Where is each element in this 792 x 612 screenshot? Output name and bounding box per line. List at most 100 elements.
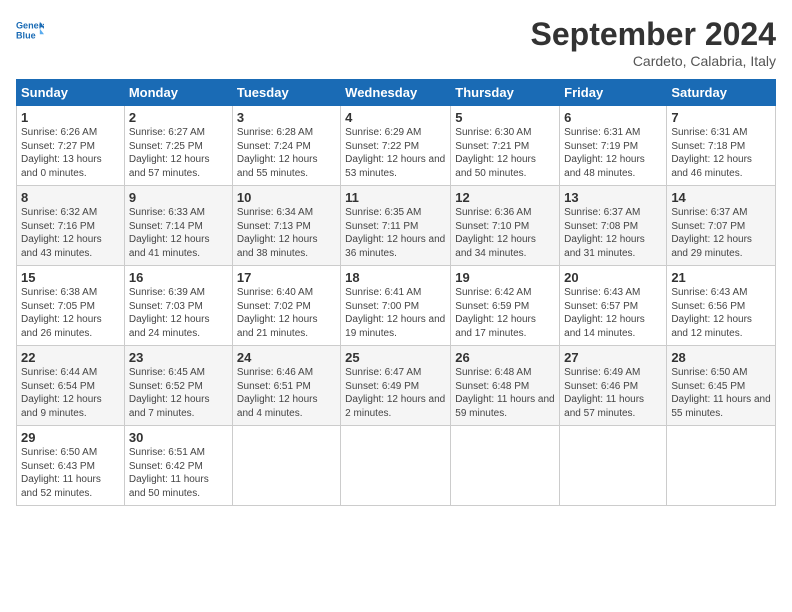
day-number: 23 bbox=[129, 350, 228, 365]
logo-icon: General Blue bbox=[16, 16, 44, 44]
col-tuesday: Tuesday bbox=[232, 80, 340, 106]
day-number: 13 bbox=[564, 190, 662, 205]
calendar-cell: 21Sunrise: 6:43 AM Sunset: 6:56 PM Dayli… bbox=[667, 266, 776, 346]
day-number: 7 bbox=[671, 110, 771, 125]
calendar-cell: 23Sunrise: 6:45 AM Sunset: 6:52 PM Dayli… bbox=[124, 346, 232, 426]
day-info: Sunrise: 6:50 AM Sunset: 6:43 PM Dayligh… bbox=[21, 446, 120, 500]
day-number: 27 bbox=[564, 350, 662, 365]
day-number: 8 bbox=[21, 190, 120, 205]
calendar-cell: 30Sunrise: 6:51 AM Sunset: 6:42 PM Dayli… bbox=[124, 426, 232, 506]
day-info: Sunrise: 6:36 AM Sunset: 7:10 PM Dayligh… bbox=[455, 206, 555, 260]
day-info: Sunrise: 6:51 AM Sunset: 6:42 PM Dayligh… bbox=[129, 446, 228, 500]
day-info: Sunrise: 6:43 AM Sunset: 6:56 PM Dayligh… bbox=[671, 286, 771, 340]
day-info: Sunrise: 6:45 AM Sunset: 6:52 PM Dayligh… bbox=[129, 366, 228, 420]
day-info: Sunrise: 6:30 AM Sunset: 7:21 PM Dayligh… bbox=[455, 126, 555, 180]
calendar-cell: 5Sunrise: 6:30 AM Sunset: 7:21 PM Daylig… bbox=[451, 106, 560, 186]
col-thursday: Thursday bbox=[451, 80, 560, 106]
day-number: 6 bbox=[564, 110, 662, 125]
day-number: 1 bbox=[21, 110, 120, 125]
title-block: September 2024 Cardeto, Calabria, Italy bbox=[531, 16, 776, 69]
day-number: 17 bbox=[237, 270, 336, 285]
svg-text:Blue: Blue bbox=[16, 30, 36, 40]
day-number: 12 bbox=[455, 190, 555, 205]
header: General Blue September 2024 Cardeto, Cal… bbox=[16, 16, 776, 69]
col-saturday: Saturday bbox=[667, 80, 776, 106]
day-info: Sunrise: 6:38 AM Sunset: 7:05 PM Dayligh… bbox=[21, 286, 120, 340]
day-info: Sunrise: 6:49 AM Sunset: 6:46 PM Dayligh… bbox=[564, 366, 662, 420]
calendar-cell bbox=[451, 426, 560, 506]
calendar-cell bbox=[560, 426, 667, 506]
calendar-cell: 29Sunrise: 6:50 AM Sunset: 6:43 PM Dayli… bbox=[17, 426, 125, 506]
day-info: Sunrise: 6:46 AM Sunset: 6:51 PM Dayligh… bbox=[237, 366, 336, 420]
calendar-cell: 4Sunrise: 6:29 AM Sunset: 7:22 PM Daylig… bbox=[341, 106, 451, 186]
day-number: 29 bbox=[21, 430, 120, 445]
col-wednesday: Wednesday bbox=[341, 80, 451, 106]
day-number: 26 bbox=[455, 350, 555, 365]
calendar-week: 29Sunrise: 6:50 AM Sunset: 6:43 PM Dayli… bbox=[17, 426, 776, 506]
day-info: Sunrise: 6:43 AM Sunset: 6:57 PM Dayligh… bbox=[564, 286, 662, 340]
day-number: 30 bbox=[129, 430, 228, 445]
day-info: Sunrise: 6:31 AM Sunset: 7:19 PM Dayligh… bbox=[564, 126, 662, 180]
calendar-cell: 16Sunrise: 6:39 AM Sunset: 7:03 PM Dayli… bbox=[124, 266, 232, 346]
calendar-cell: 19Sunrise: 6:42 AM Sunset: 6:59 PM Dayli… bbox=[451, 266, 560, 346]
calendar-cell: 14Sunrise: 6:37 AM Sunset: 7:07 PM Dayli… bbox=[667, 186, 776, 266]
calendar-week: 1Sunrise: 6:26 AM Sunset: 7:27 PM Daylig… bbox=[17, 106, 776, 186]
calendar-cell bbox=[232, 426, 340, 506]
day-info: Sunrise: 6:47 AM Sunset: 6:49 PM Dayligh… bbox=[345, 366, 446, 420]
day-info: Sunrise: 6:34 AM Sunset: 7:13 PM Dayligh… bbox=[237, 206, 336, 260]
calendar-cell: 27Sunrise: 6:49 AM Sunset: 6:46 PM Dayli… bbox=[560, 346, 667, 426]
col-monday: Monday bbox=[124, 80, 232, 106]
day-info: Sunrise: 6:35 AM Sunset: 7:11 PM Dayligh… bbox=[345, 206, 446, 260]
calendar-cell: 9Sunrise: 6:33 AM Sunset: 7:14 PM Daylig… bbox=[124, 186, 232, 266]
calendar-cell: 17Sunrise: 6:40 AM Sunset: 7:02 PM Dayli… bbox=[232, 266, 340, 346]
day-number: 14 bbox=[671, 190, 771, 205]
calendar-cell: 3Sunrise: 6:28 AM Sunset: 7:24 PM Daylig… bbox=[232, 106, 340, 186]
day-info: Sunrise: 6:44 AM Sunset: 6:54 PM Dayligh… bbox=[21, 366, 120, 420]
day-info: Sunrise: 6:29 AM Sunset: 7:22 PM Dayligh… bbox=[345, 126, 446, 180]
day-number: 4 bbox=[345, 110, 446, 125]
day-number: 20 bbox=[564, 270, 662, 285]
day-info: Sunrise: 6:32 AM Sunset: 7:16 PM Dayligh… bbox=[21, 206, 120, 260]
calendar-cell: 28Sunrise: 6:50 AM Sunset: 6:45 PM Dayli… bbox=[667, 346, 776, 426]
day-info: Sunrise: 6:37 AM Sunset: 7:07 PM Dayligh… bbox=[671, 206, 771, 260]
day-number: 3 bbox=[237, 110, 336, 125]
calendar-cell: 6Sunrise: 6:31 AM Sunset: 7:19 PM Daylig… bbox=[560, 106, 667, 186]
col-friday: Friday bbox=[560, 80, 667, 106]
calendar-cell: 10Sunrise: 6:34 AM Sunset: 7:13 PM Dayli… bbox=[232, 186, 340, 266]
calendar-header: Sunday Monday Tuesday Wednesday Thursday… bbox=[17, 80, 776, 106]
day-info: Sunrise: 6:33 AM Sunset: 7:14 PM Dayligh… bbox=[129, 206, 228, 260]
month-title: September 2024 bbox=[531, 16, 776, 53]
calendar-cell bbox=[667, 426, 776, 506]
day-number: 22 bbox=[21, 350, 120, 365]
day-info: Sunrise: 6:28 AM Sunset: 7:24 PM Dayligh… bbox=[237, 126, 336, 180]
calendar-cell bbox=[341, 426, 451, 506]
day-number: 25 bbox=[345, 350, 446, 365]
calendar-week: 8Sunrise: 6:32 AM Sunset: 7:16 PM Daylig… bbox=[17, 186, 776, 266]
day-info: Sunrise: 6:37 AM Sunset: 7:08 PM Dayligh… bbox=[564, 206, 662, 260]
calendar-cell: 22Sunrise: 6:44 AM Sunset: 6:54 PM Dayli… bbox=[17, 346, 125, 426]
day-info: Sunrise: 6:42 AM Sunset: 6:59 PM Dayligh… bbox=[455, 286, 555, 340]
day-number: 18 bbox=[345, 270, 446, 285]
day-info: Sunrise: 6:27 AM Sunset: 7:25 PM Dayligh… bbox=[129, 126, 228, 180]
page-container: General Blue September 2024 Cardeto, Cal… bbox=[0, 0, 792, 514]
calendar-cell: 2Sunrise: 6:27 AM Sunset: 7:25 PM Daylig… bbox=[124, 106, 232, 186]
calendar-body: 1Sunrise: 6:26 AM Sunset: 7:27 PM Daylig… bbox=[17, 106, 776, 506]
day-info: Sunrise: 6:50 AM Sunset: 6:45 PM Dayligh… bbox=[671, 366, 771, 420]
calendar-cell: 1Sunrise: 6:26 AM Sunset: 7:27 PM Daylig… bbox=[17, 106, 125, 186]
day-number: 15 bbox=[21, 270, 120, 285]
calendar-cell: 8Sunrise: 6:32 AM Sunset: 7:16 PM Daylig… bbox=[17, 186, 125, 266]
day-info: Sunrise: 6:40 AM Sunset: 7:02 PM Dayligh… bbox=[237, 286, 336, 340]
day-number: 2 bbox=[129, 110, 228, 125]
day-number: 28 bbox=[671, 350, 771, 365]
day-info: Sunrise: 6:39 AM Sunset: 7:03 PM Dayligh… bbox=[129, 286, 228, 340]
day-info: Sunrise: 6:31 AM Sunset: 7:18 PM Dayligh… bbox=[671, 126, 771, 180]
calendar-cell: 18Sunrise: 6:41 AM Sunset: 7:00 PM Dayli… bbox=[341, 266, 451, 346]
day-number: 16 bbox=[129, 270, 228, 285]
calendar-cell: 11Sunrise: 6:35 AM Sunset: 7:11 PM Dayli… bbox=[341, 186, 451, 266]
day-number: 11 bbox=[345, 190, 446, 205]
calendar-cell: 20Sunrise: 6:43 AM Sunset: 6:57 PM Dayli… bbox=[560, 266, 667, 346]
calendar-cell: 13Sunrise: 6:37 AM Sunset: 7:08 PM Dayli… bbox=[560, 186, 667, 266]
calendar-week: 22Sunrise: 6:44 AM Sunset: 6:54 PM Dayli… bbox=[17, 346, 776, 426]
calendar-week: 15Sunrise: 6:38 AM Sunset: 7:05 PM Dayli… bbox=[17, 266, 776, 346]
day-info: Sunrise: 6:48 AM Sunset: 6:48 PM Dayligh… bbox=[455, 366, 555, 420]
